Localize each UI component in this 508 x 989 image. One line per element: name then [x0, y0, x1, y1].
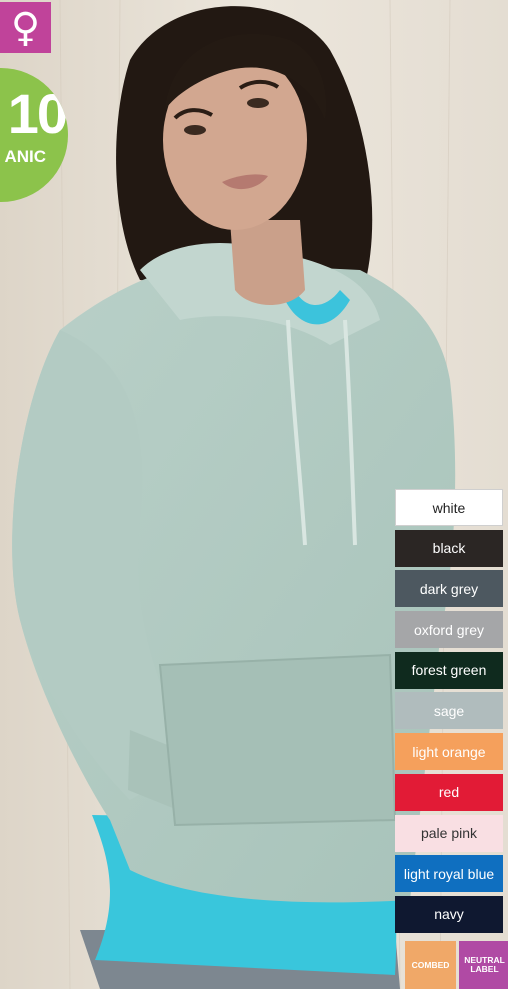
- feature-tags: COMBED NEUTRAL LABEL: [405, 941, 508, 989]
- product-card: ♀ 10 ANIC white black dark grey oxford grey…: [0, 0, 508, 989]
- color-swatch-pale-pink[interactable]: pale pink: [395, 814, 503, 852]
- color-swatch-dark-grey[interactable]: dark grey: [395, 570, 503, 608]
- color-swatch-light-royal-blue[interactable]: light royal blue: [395, 855, 503, 893]
- badge-word: ANIC: [4, 147, 46, 166]
- color-swatch-sage[interactable]: sage: [395, 692, 503, 730]
- female-symbol-icon: ♀: [0, 2, 51, 53]
- badge-number: 10: [7, 82, 68, 145]
- color-swatch-navy[interactable]: navy: [395, 895, 503, 933]
- gender-symbol: ♀: [10, 4, 41, 51]
- color-swatch-red[interactable]: red: [395, 773, 503, 811]
- color-swatch-list: white black dark grey oxford grey forest gre…: [395, 489, 503, 937]
- color-swatch-white[interactable]: white: [395, 489, 503, 526]
- tag-neutral-label: NEUTRAL LABEL: [459, 941, 508, 989]
- color-swatch-oxford-grey[interactable]: oxford grey: [395, 611, 503, 649]
- color-swatch-black[interactable]: black: [395, 529, 503, 567]
- color-swatch-light-orange[interactable]: light orange: [395, 733, 503, 771]
- color-swatch-forest-green[interactable]: forest green: [395, 651, 503, 689]
- tag-combed: COMBED: [405, 941, 456, 989]
